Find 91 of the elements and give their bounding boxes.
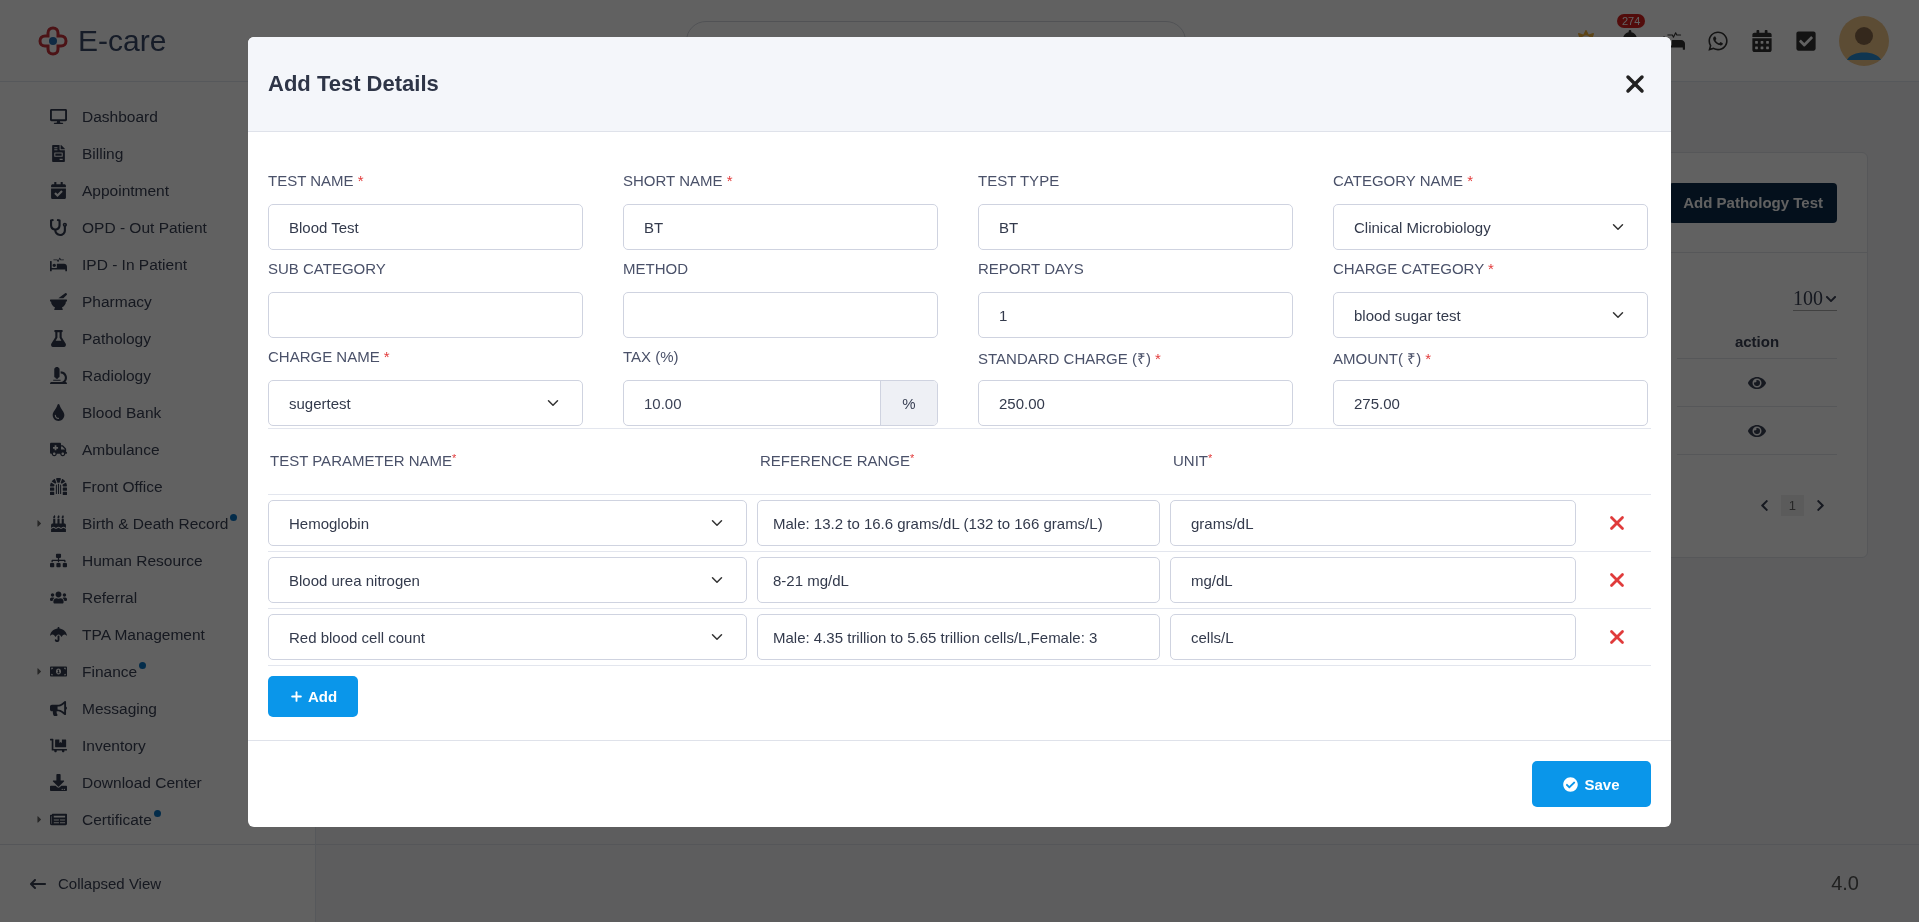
microscope-icon xyxy=(48,367,68,384)
sidebar-item[interactable]: OPD - Out Patient xyxy=(82,218,207,237)
sidebar-item[interactable]: Inventory xyxy=(82,736,146,755)
certificate-icon xyxy=(48,811,68,828)
select-field[interactable]: Clinical Microbiology xyxy=(1333,204,1648,250)
input-field[interactable]: 275.00 xyxy=(1333,380,1648,426)
input-field[interactable]: grams/dL xyxy=(1170,500,1576,546)
select-field[interactable]: Hemoglobin xyxy=(268,500,747,546)
sidebar-item[interactable]: Radiology xyxy=(82,366,151,385)
select-field[interactable]: sugertest xyxy=(268,380,583,426)
field-label: CATEGORY NAME * xyxy=(1333,172,1475,191)
sidebar-item[interactable]: Front Office xyxy=(82,477,163,496)
input-field[interactable]: Male: 4.35 trillion to 5.65 trillion cells/L,Female: 3 xyxy=(757,614,1160,660)
add-button[interactable]: Add xyxy=(268,676,358,717)
input-field[interactable]: cells/L xyxy=(1170,614,1576,660)
sidebar-item[interactable]: Finance xyxy=(82,662,138,681)
add-pathology-test-button[interactable]: Add Pathology Test xyxy=(1669,182,1837,223)
desktop-icon xyxy=(48,108,68,125)
sidebar-item[interactable]: Messaging xyxy=(82,699,157,718)
whatsapp-icon[interactable] xyxy=(1707,29,1729,52)
input-field[interactable]: BT xyxy=(623,204,938,250)
sidebar-item[interactable]: Download Center xyxy=(82,773,202,792)
app-logo: E-care xyxy=(78,23,167,58)
input-suffix: % xyxy=(880,381,937,425)
column-header: REFERENCE RANGE* xyxy=(760,451,916,471)
collapse-link[interactable]: Collapsed View xyxy=(58,875,162,892)
avatar[interactable] xyxy=(1839,15,1889,66)
field-label: AMOUNT( ₹) * xyxy=(1333,349,1433,368)
download-icon xyxy=(48,774,68,791)
sidebar-item[interactable]: Referral xyxy=(82,588,138,607)
stethoscope-icon xyxy=(48,219,68,236)
sidebar-item[interactable]: Ambulance xyxy=(82,440,160,459)
sidebar-item[interactable]: Billing xyxy=(82,144,124,163)
field-label: TAX (%) xyxy=(623,348,680,367)
input-field[interactable]: Blood Test xyxy=(268,204,583,250)
input-field[interactable]: Male: 13.2 to 16.6 grams/dL (132 to 166 grams/L) xyxy=(757,500,1160,546)
archway-icon xyxy=(48,478,68,495)
field-label: REPORT DAYS xyxy=(978,260,1085,279)
field-label: TEST NAME * xyxy=(268,172,365,191)
field-label: SHORT NAME * xyxy=(623,172,734,191)
save-button[interactable]: Save xyxy=(1532,761,1651,807)
sidebar-item[interactable]: Appointment xyxy=(82,181,170,200)
field-label: STANDARD CHARGE (₹) * xyxy=(978,349,1162,368)
sidebar-item[interactable]: Pathology xyxy=(82,329,151,348)
sidebar-item[interactable]: TPA Management xyxy=(82,625,205,644)
money-icon xyxy=(48,663,68,680)
field-label: CHARGE NAME * xyxy=(268,348,391,367)
next-icon[interactable] xyxy=(1814,499,1827,512)
input-field[interactable] xyxy=(623,292,938,338)
cake-icon xyxy=(48,515,68,532)
users-icon xyxy=(48,589,68,606)
sidebar-item[interactable]: Certificate xyxy=(82,810,152,829)
trolley-icon xyxy=(48,737,68,754)
input-field[interactable]: mg/dL xyxy=(1170,557,1576,603)
sidebar-item[interactable]: Blood Bank xyxy=(82,403,162,422)
field-label: CHARGE CATEGORY * xyxy=(1333,260,1495,279)
ambulance-icon xyxy=(48,441,68,458)
input-field[interactable]: 8-21 mg/dL xyxy=(757,557,1160,603)
megaphone-icon xyxy=(48,700,68,717)
input-field[interactable]: 250.00 xyxy=(978,380,1293,426)
sidebar-item[interactable]: Human Resource xyxy=(82,551,203,570)
select-field[interactable]: blood sugar test xyxy=(1333,292,1648,338)
version-text: 4.0 xyxy=(1831,872,1859,895)
input-field[interactable]: 1 xyxy=(978,292,1293,338)
dialog-title: Add Test Details xyxy=(268,71,439,97)
calendar-icon[interactable] xyxy=(1751,29,1773,52)
input-field[interactable] xyxy=(268,292,583,338)
mortar-pestle-icon xyxy=(48,293,68,310)
checkbox-icon[interactable] xyxy=(1795,29,1817,52)
field-label: TEST TYPE xyxy=(978,172,1061,191)
flask-icon xyxy=(48,330,68,347)
notification-badge: 274 xyxy=(1617,13,1646,28)
field-label: SUB CATEGORY xyxy=(268,260,387,279)
select-field[interactable]: Red blood cell count xyxy=(268,614,747,660)
input-field[interactable]: 10.00 % xyxy=(623,380,938,426)
sidebar-item[interactable]: Birth & Death Record xyxy=(82,514,229,533)
input-field[interactable]: BT xyxy=(978,204,1293,250)
column-header: TEST PARAMETER NAME* xyxy=(270,451,458,471)
page-size-select[interactable]: 100 xyxy=(1793,287,1837,311)
select-field[interactable]: Blood urea nitrogen xyxy=(268,557,747,603)
column-header: action xyxy=(1677,325,1837,359)
sidebar-item[interactable]: IPD - In Patient xyxy=(82,255,188,274)
field-label: METHOD xyxy=(623,260,689,279)
sidebar-item[interactable]: Dashboard xyxy=(82,107,158,126)
umbrella-icon xyxy=(48,626,68,643)
calendar-check-icon xyxy=(48,182,68,199)
column-header: UNIT* xyxy=(1173,451,1214,471)
bed-icon xyxy=(48,256,68,273)
sidebar-item[interactable]: Pharmacy xyxy=(82,292,152,311)
sitemap-icon xyxy=(48,552,68,569)
plus-icon xyxy=(288,689,304,704)
